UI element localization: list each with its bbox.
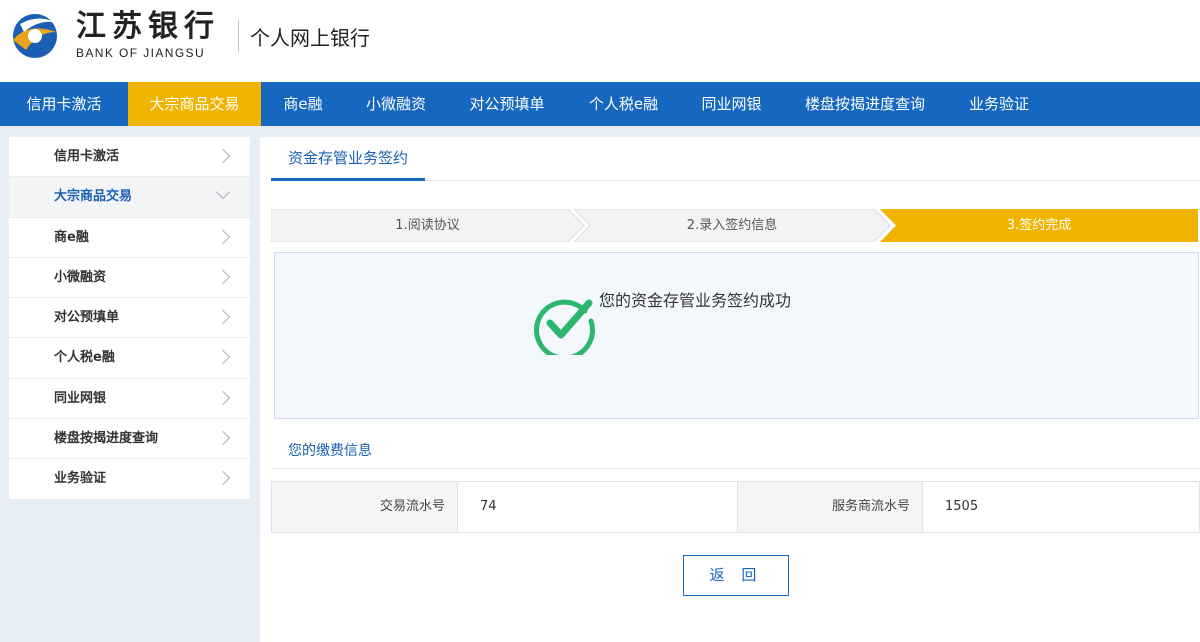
brand-name-en: BANK OF JIANGSU (76, 46, 206, 60)
sidebar-item-corporate-prefill[interactable]: 对公预填单 (9, 298, 250, 339)
payment-info-table: 交易流水号 74 服务商流水号 1505 (271, 481, 1200, 533)
sidebar-item-commodity-trading[interactable]: 大宗商品交易 (9, 177, 250, 218)
step-read-agreement: 1.阅读协议 (395, 218, 460, 233)
sidebar-item-label: 业务验证 (54, 471, 107, 487)
nav-item-corporate-prefill[interactable]: 对公预填单 (447, 82, 567, 126)
nav-item-interbank[interactable]: 同业网银 (680, 82, 783, 126)
bank-of-jiangsu-logo-icon (13, 14, 57, 58)
sidebar-item-micro-finance[interactable]: 小微融资 (9, 258, 250, 299)
sidebar-item-label: 对公预填单 (54, 310, 120, 326)
sidebar-item-label: 信用卡激活 (54, 149, 120, 164)
sidebar-item-label: 商e融 (54, 229, 89, 245)
payment-info-title: 您的缴费信息 (288, 443, 372, 459)
main-content: 资金存管业务签约 1.阅读协议 2.录入签约信息 3.签约完成 您的资金存管业务… (260, 137, 1200, 642)
chevron-right-icon (215, 269, 231, 284)
transaction-serial-value: 74 (458, 482, 737, 532)
transaction-serial-label: 交易流水号 (272, 482, 458, 532)
nav-item-personal-tax-e-rong[interactable]: 个人税e融 (567, 82, 680, 126)
top-nav: 信用卡激活 大宗商品交易 商e融 小微融资 对公预填单 个人税e融 同业网银 楼… (0, 82, 1200, 126)
tab-bar: 资金存管业务签约 (271, 137, 1200, 181)
nav-item-micro-finance[interactable]: 小微融资 (345, 82, 447, 126)
nav-item-business-verification[interactable]: 业务验证 (947, 82, 1051, 126)
success-panel: 您的资金存管业务签约成功 (274, 252, 1199, 419)
chevron-right-icon (215, 310, 231, 325)
header: 江苏银行 BANK OF JIANGSU 个人网上银行 (0, 0, 1200, 82)
header-divider (238, 20, 239, 52)
chevron-right-icon (215, 350, 231, 365)
brand: 江苏银行 BANK OF JIANGSU (76, 9, 220, 61)
return-button[interactable]: 返 回 (683, 555, 789, 596)
success-message: 您的资金存管业务签约成功 (599, 291, 792, 310)
sidebar-item-shang-e-rong[interactable]: 商e融 (9, 218, 250, 258)
step-enter-signing-info: 2.录入签约信息 (686, 218, 778, 233)
page-title: 个人网上银行 (250, 26, 370, 50)
sidebar-item-label: 大宗商品交易 (54, 189, 133, 205)
chevron-right-icon (215, 431, 231, 446)
chevron-down-icon (215, 185, 231, 200)
nav-item-credit-card-activation[interactable]: 信用卡激活 (0, 82, 128, 126)
nav-item-mortgage-progress[interactable]: 楼盘按揭进度查询 (783, 82, 947, 126)
provider-serial-value: 1505 (923, 482, 1199, 532)
check-circle-icon (534, 299, 596, 355)
sidebar-item-label: 个人税e融 (54, 350, 115, 366)
progress-steps: 1.阅读协议 2.录入签约信息 3.签约完成 (271, 209, 1198, 242)
sidebar-item-label: 同业网银 (54, 390, 107, 406)
sidebar-item-interbank[interactable]: 同业网银 (9, 379, 250, 420)
sidebar-item-label: 小微融资 (54, 269, 107, 285)
sidebar: 信用卡激活 大宗商品交易 商e融 小微融资 对公预填单 个人税e融 同业网银 楼… (0, 126, 260, 642)
chevron-right-icon (215, 471, 231, 486)
provider-serial-label: 服务商流水号 (737, 482, 923, 532)
nav-item-shang-e-rong[interactable]: 商e融 (261, 82, 345, 126)
divider (271, 468, 1200, 469)
sidebar-item-credit-card-activation[interactable]: 信用卡激活 (9, 137, 250, 178)
chevron-right-icon (215, 229, 231, 244)
sidebar-item-personal-tax-e-rong[interactable]: 个人税e融 (9, 338, 250, 379)
brand-name-cn: 江苏银行 (76, 9, 220, 44)
chevron-right-icon (215, 148, 231, 164)
sidebar-item-label: 楼盘按揭进度查询 (54, 431, 159, 447)
sidebar-menu: 信用卡激活 大宗商品交易 商e融 小微融资 对公预填单 个人税e融 同业网银 楼… (9, 137, 250, 500)
step-signing-complete: 3.签约完成 (1006, 218, 1072, 233)
nav-item-commodity-trading[interactable]: 大宗商品交易 (128, 82, 261, 126)
chevron-right-icon (215, 390, 231, 405)
sidebar-item-business-verification[interactable]: 业务验证 (9, 459, 250, 500)
sidebar-item-mortgage-progress[interactable]: 楼盘按揭进度查询 (9, 419, 250, 460)
tab-fund-custody-signing[interactable]: 资金存管业务签约 (271, 137, 426, 181)
